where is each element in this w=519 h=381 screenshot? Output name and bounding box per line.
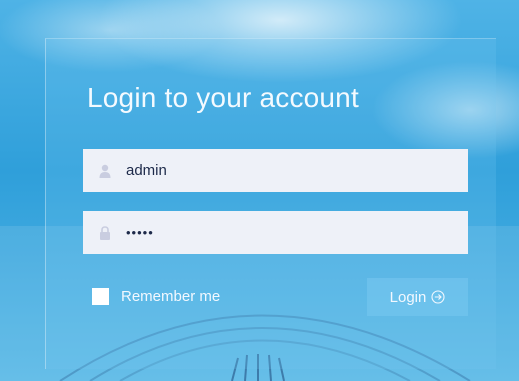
remember-checkbox[interactable] [92, 288, 109, 305]
login-button[interactable]: Login [367, 278, 468, 316]
lock-icon [98, 225, 112, 241]
password-field[interactable] [83, 211, 468, 254]
page-title: Login to your account [87, 82, 359, 113]
remember-me[interactable]: Remember me [92, 288, 220, 305]
user-icon [98, 163, 112, 179]
arrow-right-circle-icon [431, 290, 445, 304]
login-label: Login [389, 288, 427, 306]
username-input[interactable] [126, 162, 456, 179]
remember-label: Remember me [121, 288, 221, 305]
username-field[interactable] [83, 149, 468, 192]
password-input[interactable] [126, 225, 456, 240]
